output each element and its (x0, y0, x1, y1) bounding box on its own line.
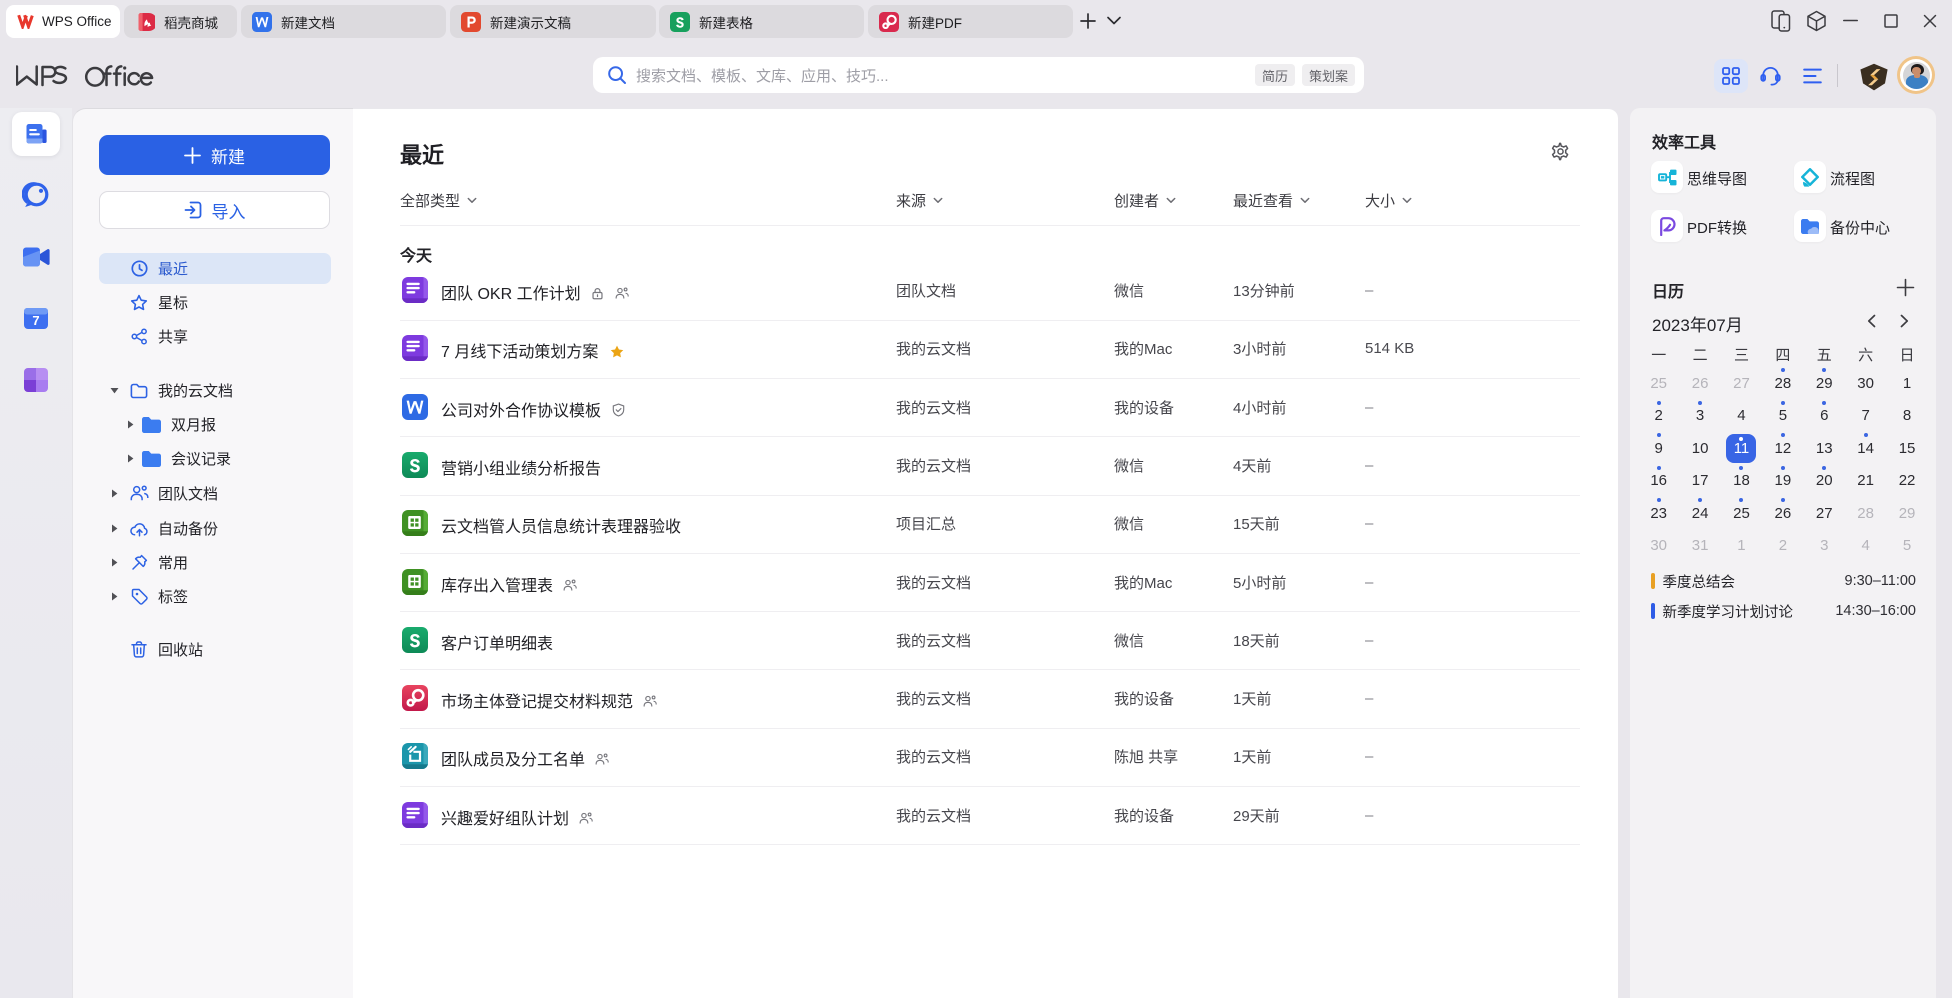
svg-text:7: 7 (32, 313, 39, 328)
